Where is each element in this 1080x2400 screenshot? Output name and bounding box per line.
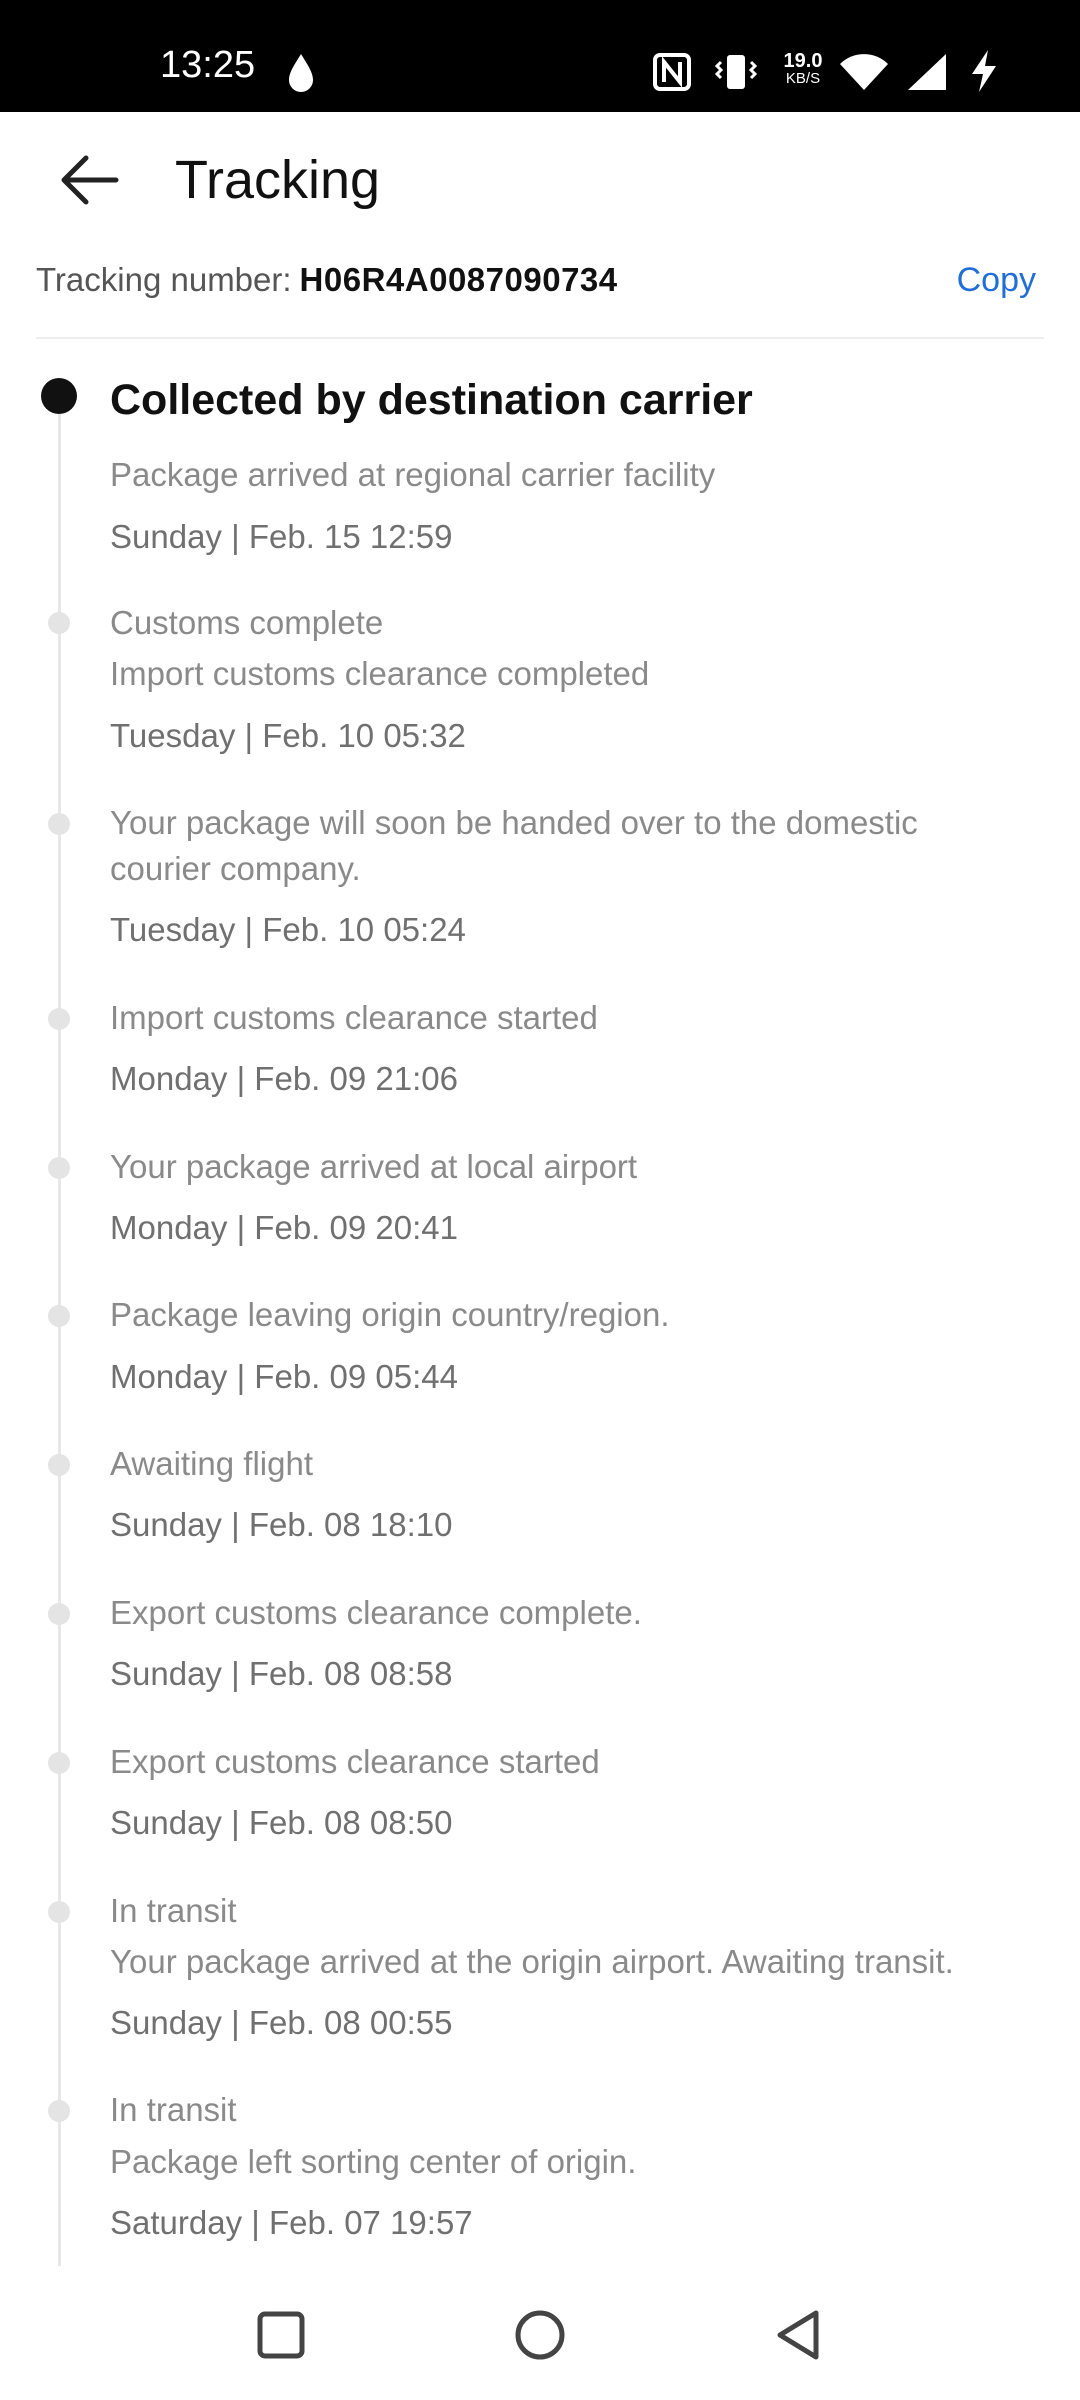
tracking-timeline: Collected by destination carrier Package… — [0, 340, 1080, 2270]
page-title: Tracking — [175, 150, 381, 210]
event-title: Package leaving origin country/region. — [110, 1296, 670, 1333]
tracking-number-value: H06R4A0087090734 — [299, 261, 618, 298]
event-time: Sunday | Feb. 08 00:55 — [110, 2004, 453, 2041]
event-time: Saturday | Feb. 07 19:57 — [110, 2204, 473, 2241]
event-description: Your package arrived at the origin airpo… — [110, 1943, 954, 1980]
speed-value: 19.0 — [783, 50, 823, 72]
event-title: In transit — [110, 2091, 237, 2128]
event-time: Sunday | Feb. 08 08:58 — [110, 1655, 453, 1692]
timeline-dot — [48, 2100, 70, 2122]
timeline-dot — [48, 1752, 70, 1774]
recents-button[interactable] — [246, 2300, 316, 2370]
home-circle-icon — [515, 2310, 565, 2360]
event-title: Collected by destination carrier — [110, 376, 753, 424]
speed-unit: KB/S — [785, 70, 821, 87]
nfc-icon — [653, 53, 691, 91]
timeline-dot — [48, 1008, 70, 1030]
event-title: Awaiting flight — [110, 1445, 314, 1482]
arrow-left-icon — [61, 155, 119, 205]
event-time: Tuesday | Feb. 10 05:24 — [110, 911, 466, 948]
event-time: Tuesday | Feb. 10 05:32 — [110, 717, 466, 754]
system-nav-bar — [0, 2270, 1080, 2400]
vibrate-icon — [714, 55, 758, 89]
timeline-dot — [48, 1305, 70, 1327]
event-title: In transit — [110, 1892, 237, 1929]
recents-square-icon — [257, 2311, 305, 2359]
back-button[interactable] — [50, 140, 130, 220]
event-title: Your package arrived at local airport — [110, 1148, 638, 1185]
event-time: Monday | Feb. 09 05:44 — [110, 1358, 458, 1395]
charging-icon — [972, 50, 996, 92]
timeline-line — [58, 400, 61, 2266]
event-time: Monday | Feb. 09 21:06 — [110, 1060, 458, 1097]
timeline-dot — [48, 1603, 70, 1625]
wifi-icon — [840, 54, 888, 90]
event-title: Export customs clearance started — [110, 1743, 600, 1780]
network-speed: 19.0 KB/S — [778, 50, 828, 88]
home-button[interactable] — [505, 2300, 575, 2370]
event-time: Sunday | Feb. 08 08:50 — [110, 1804, 453, 1841]
event-description: Package arrived at regional carrier faci… — [110, 456, 716, 493]
event-time: Sunday | Feb. 08 18:10 — [110, 1506, 453, 1543]
signal-icon — [908, 54, 946, 90]
timeline-dot — [48, 813, 70, 835]
divider — [36, 337, 1044, 339]
tracking-number-label: Tracking number: — [36, 261, 292, 298]
event-description: Package left sorting center of origin. — [110, 2143, 637, 2180]
tracking-number-row: Tracking number: H06R4A0087090734 Copy — [36, 250, 1044, 310]
timeline-dot — [48, 1454, 70, 1476]
timeline-dot — [48, 612, 70, 634]
event-description: courier company. — [110, 850, 361, 887]
event-description: Import customs clearance completed — [110, 655, 650, 692]
status-time: 13:25 — [160, 44, 256, 86]
app-bar: Tracking — [0, 112, 1080, 244]
event-time: Sunday | Feb. 15 12:59 — [110, 518, 453, 555]
timeline-dot — [48, 1157, 70, 1179]
status-bar: 13:25 19.0 KB/S — [0, 0, 1080, 112]
event-title: Customs complete — [110, 604, 384, 641]
timeline-dot — [48, 1901, 70, 1923]
timeline-dot-active — [41, 378, 77, 414]
event-time: Monday | Feb. 09 20:41 — [110, 1209, 458, 1246]
copy-button[interactable]: Copy — [957, 261, 1036, 300]
back-nav-button[interactable] — [763, 2300, 833, 2370]
event-title: Export customs clearance complete. — [110, 1594, 642, 1631]
back-triangle-icon — [777, 2310, 819, 2360]
event-title: Your package will soon be handed over to… — [110, 804, 918, 841]
water-drop-icon — [289, 54, 313, 92]
event-title: Import customs clearance started — [110, 999, 598, 1036]
